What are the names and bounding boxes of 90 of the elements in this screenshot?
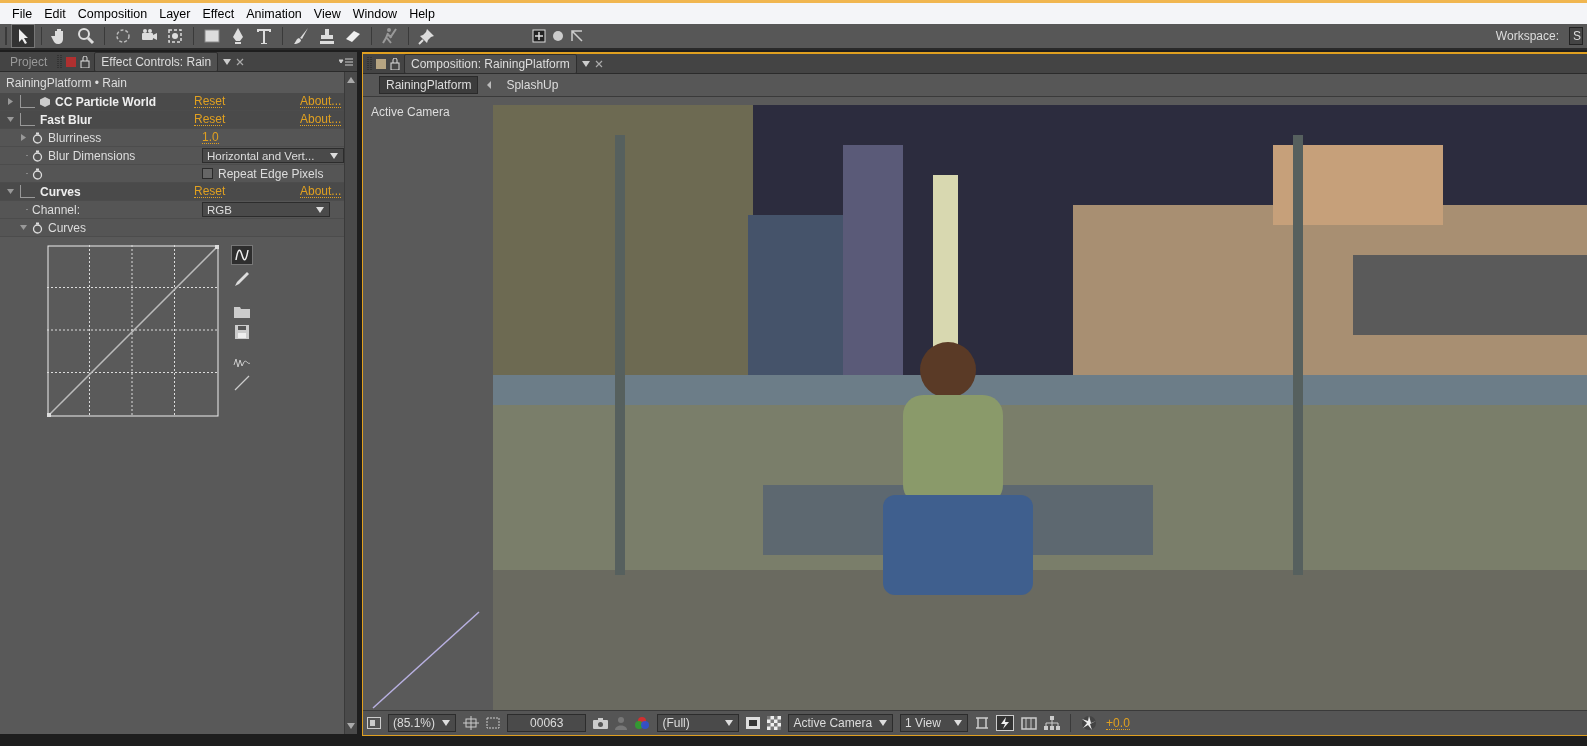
color-swatch-icon: [376, 58, 386, 69]
fit-icon[interactable]: [463, 716, 480, 730]
stopwatch-icon[interactable]: [32, 131, 43, 144]
stopwatch-icon[interactable]: [32, 221, 43, 234]
menu-item[interactable]: Composition: [71, 6, 154, 21]
flowchart-icon[interactable]: [1044, 716, 1061, 730]
property-label: Channel:: [32, 202, 81, 217]
zoom-dropdown[interactable]: (85.1%): [388, 714, 457, 732]
save-icon[interactable]: [235, 325, 249, 339]
menu-item[interactable]: Edit: [38, 6, 72, 21]
panel-menu-icon[interactable]: [339, 57, 353, 66]
menu-item[interactable]: Window: [346, 6, 404, 21]
menu-item[interactable]: Effect: [196, 6, 241, 21]
bezier-tool-icon[interactable]: [231, 245, 253, 265]
crumb-arrow-icon: [486, 81, 493, 89]
disclosure-triangle-icon[interactable]: [6, 187, 15, 196]
menu-item[interactable]: View: [307, 6, 347, 21]
sphere-icon[interactable]: [552, 30, 564, 42]
scroll-down-icon[interactable]: [346, 722, 356, 730]
dropdown[interactable]: Horizontal and Vert...: [202, 148, 344, 163]
caret-icon: [329, 151, 339, 160]
stopwatch-icon[interactable]: [32, 149, 43, 162]
zoom-icon[interactable]: [75, 25, 97, 47]
menu-item[interactable]: Help: [403, 6, 441, 21]
scroll-up-icon[interactable]: [346, 76, 356, 84]
layer-path: RainingPlatform • Rain: [5, 75, 128, 92]
panel-tab[interactable]: Effect Controls: Rain: [94, 51, 219, 72]
timeline-icon[interactable]: [1021, 716, 1038, 730]
world-axis-icon[interactable]: [570, 29, 584, 43]
view-dropdown[interactable]: Active Camera: [788, 714, 894, 732]
lock-icon[interactable]: [80, 55, 91, 68]
menu-item[interactable]: Animation: [240, 6, 308, 21]
disclosure-triangle-icon[interactable]: [6, 97, 15, 106]
smooth-icon[interactable]: [233, 357, 251, 369]
scrollbar[interactable]: [344, 72, 357, 734]
stopwatch-icon[interactable]: [32, 167, 43, 180]
caret-icon: [953, 719, 964, 727]
region-icon[interactable]: [367, 717, 381, 729]
layout-dropdown[interactable]: 1 View: [900, 714, 969, 732]
menu-item[interactable]: Layer: [153, 6, 197, 21]
cube-icon: [40, 96, 50, 107]
roi-icon[interactable]: [746, 717, 761, 729]
panel-tab[interactable]: Project: [4, 52, 54, 71]
folder-icon[interactable]: [233, 305, 251, 319]
disclosure-triangle-icon[interactable]: [19, 223, 28, 232]
viewer-label: Active Camera: [371, 105, 451, 119]
fx-icon: [20, 95, 35, 108]
caret-icon: [441, 719, 452, 727]
effect-name: Curves: [40, 184, 81, 199]
workspace-label: Workspace:: [1495, 29, 1559, 43]
camera-icon[interactable]: [593, 717, 609, 729]
color-swatch-icon: [66, 56, 77, 67]
exposure-icon[interactable]: [1081, 715, 1098, 731]
caret-icon: [878, 719, 889, 727]
axis-mode-icon[interactable]: [532, 29, 546, 43]
disclosure-triangle-icon[interactable]: [19, 133, 28, 142]
workspace-dropdown[interactable]: S: [1569, 27, 1583, 45]
resolution-dropdown[interactable]: (Full): [657, 714, 740, 732]
pencil-icon[interactable]: [234, 271, 250, 287]
menu-item[interactable]: File: [6, 6, 39, 21]
about-link[interactable]: About...: [300, 113, 342, 126]
panel-tab[interactable]: Composition: RainingPlatform: [404, 53, 577, 74]
effect-name: Fast Blur: [40, 112, 92, 127]
selection-tool-icon[interactable]: [12, 25, 34, 47]
effect-name: CC Particle World: [55, 94, 157, 109]
fx-icon: [20, 113, 35, 126]
fx-icon: [20, 185, 35, 198]
disclosure-triangle-icon[interactable]: [6, 115, 15, 124]
caret-icon[interactable]: [222, 57, 233, 66]
property-label: Blur Dimensions: [48, 148, 136, 163]
breadcrumb[interactable]: RainingPlatform: [379, 76, 479, 94]
transparency-grid-icon[interactable]: [767, 716, 782, 730]
caret-icon: [724, 719, 735, 727]
property-label: Blurriness: [48, 130, 102, 145]
caret-icon: [315, 205, 325, 214]
lock-icon[interactable]: [390, 57, 400, 70]
about-link[interactable]: About...: [300, 95, 342, 108]
property-label: Curves: [48, 220, 86, 235]
close-icon[interactable]: [594, 59, 603, 68]
dropdown[interactable]: RGB: [202, 202, 330, 217]
checkbox-label: Repeat Edge Pixels: [218, 166, 324, 181]
timecode-field[interactable]: 00063: [507, 714, 587, 732]
close-icon[interactable]: [236, 57, 245, 66]
fast-preview-icon[interactable]: [996, 715, 1015, 731]
reset-line-icon[interactable]: [234, 375, 250, 391]
toggle-pixel-icon[interactable]: [975, 716, 990, 730]
checkbox[interactable]: [202, 168, 213, 179]
about-link[interactable]: About...: [300, 185, 342, 198]
breadcrumb[interactable]: SplashUp: [500, 77, 565, 93]
caret-icon[interactable]: [580, 59, 591, 68]
